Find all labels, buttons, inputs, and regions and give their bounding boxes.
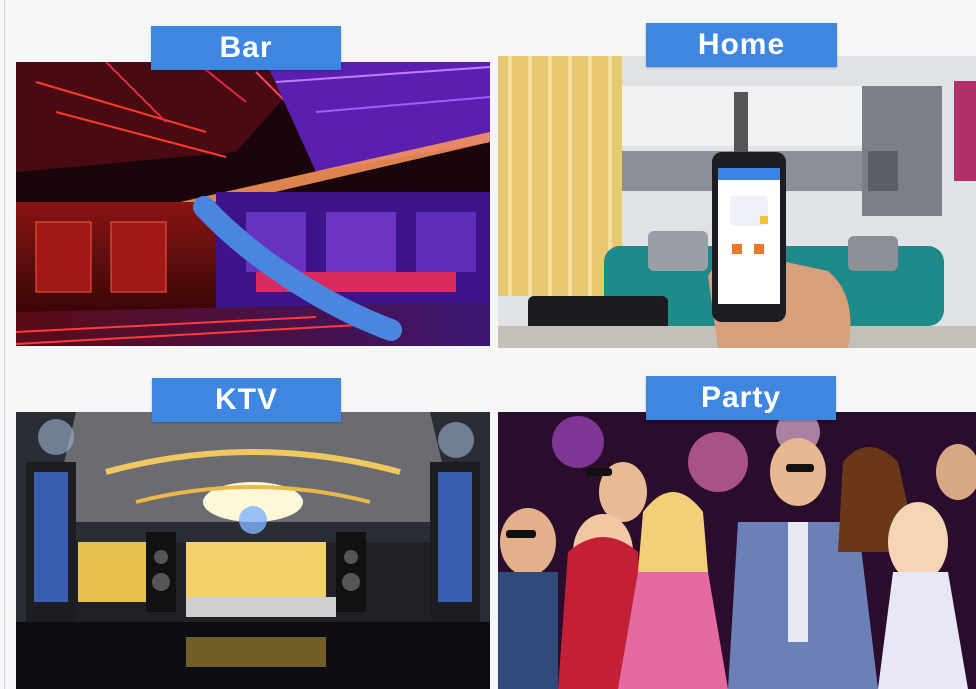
frame-border bbox=[4, 0, 5, 689]
party-scene-image bbox=[498, 412, 976, 689]
bar-scene-illustration bbox=[16, 62, 490, 346]
bar-scene-image bbox=[16, 62, 490, 346]
home-scene-image bbox=[498, 56, 976, 348]
party-scene-illustration bbox=[498, 412, 976, 689]
ktv-scene-illustration bbox=[16, 412, 490, 689]
smartphone-icon bbox=[712, 152, 786, 322]
home-scene-illustration bbox=[498, 56, 976, 348]
label-bar: Bar bbox=[151, 26, 341, 70]
label-home: Home bbox=[646, 23, 837, 67]
label-ktv: KTV bbox=[152, 378, 341, 422]
label-party: Party bbox=[646, 376, 836, 420]
ktv-scene-image bbox=[16, 412, 490, 689]
